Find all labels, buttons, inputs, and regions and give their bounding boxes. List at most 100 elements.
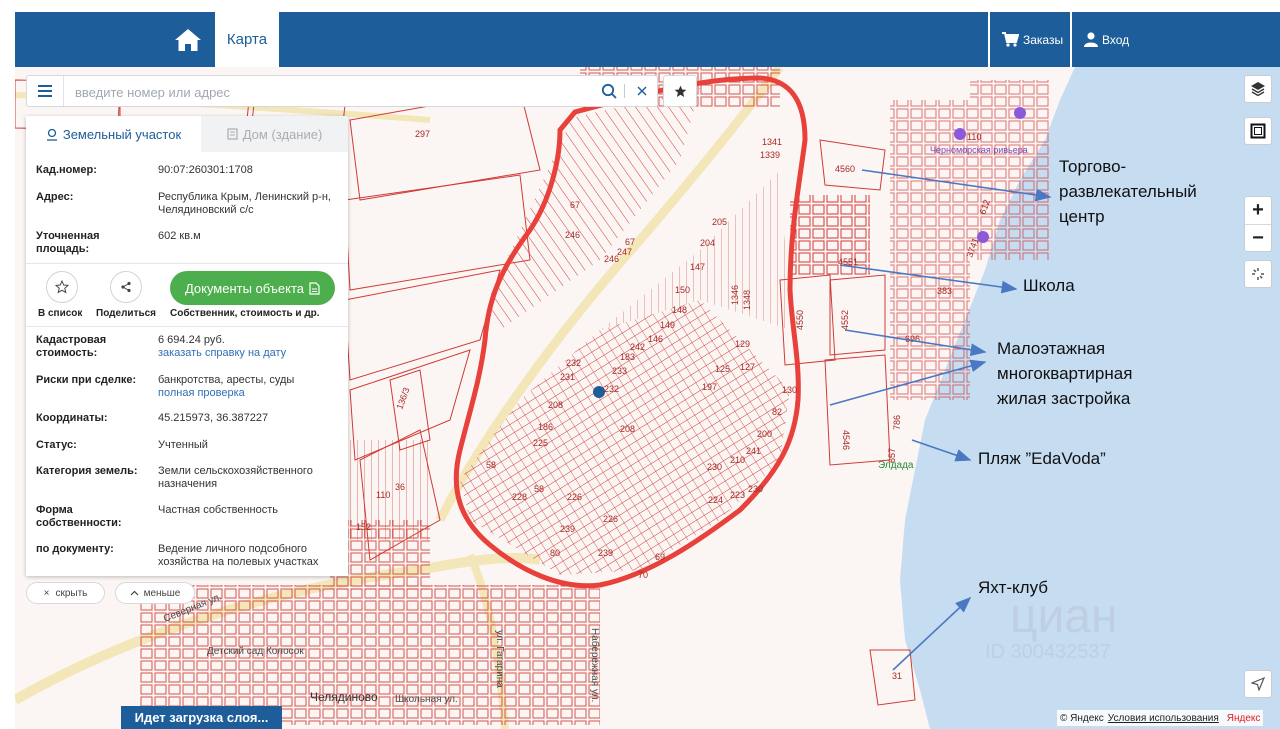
user-icon <box>1084 32 1098 47</box>
share-label: Поделиться <box>96 308 157 319</box>
panel-tabs: Земельный участок Дом (здание) <box>26 116 348 152</box>
copyright-text: © Яндекс <box>1060 712 1104 724</box>
search-icon[interactable] <box>601 83 617 99</box>
cad-cost-row: Кадастровая стоимость: 6 694.24 руб. зак… <box>36 334 342 362</box>
svg-text:1346: 1346 <box>730 285 740 305</box>
tab-building-label: Дом (здание) <box>242 126 323 142</box>
add-to-list-button[interactable] <box>46 271 78 303</box>
svg-text:208: 208 <box>620 424 635 434</box>
risks-value: банкротства, аресты, суды <box>158 374 295 386</box>
coords-row: Координаты: 45.215973, 36.387227 <box>36 412 342 426</box>
orders-button[interactable]: Заказы <box>988 12 1071 67</box>
coords-value: 45.215973, 36.387227 <box>158 412 269 424</box>
svg-text:58: 58 <box>534 484 544 494</box>
svg-text:4560: 4560 <box>835 164 855 174</box>
risks-label: Риски при сделке: <box>36 374 137 386</box>
svg-text:146: 146 <box>648 334 663 344</box>
address-value: Республика Крым, Ленинский р-н, Челядино… <box>158 191 331 216</box>
close-icon[interactable] <box>634 83 650 99</box>
menu-button[interactable] <box>27 76 64 106</box>
svg-text:129: 129 <box>735 339 750 349</box>
svg-text:226: 226 <box>603 514 618 524</box>
documents-label: Документы объекта <box>184 280 305 296</box>
coords-label: Координаты: <box>36 412 108 424</box>
zoom-out-button[interactable]: − <box>1245 225 1271 252</box>
yandex-logo[interactable]: Яндекс <box>1227 713 1261 724</box>
by-document-row: по документу: Ведение личного подсобного… <box>36 543 342 571</box>
search-input[interactable] <box>73 82 597 102</box>
area-value: 602 кв.м <box>158 230 201 242</box>
svg-text:246: 246 <box>565 230 580 240</box>
svg-text:4552: 4552 <box>840 310 850 330</box>
svg-text:246: 246 <box>604 254 619 264</box>
ownership-row: Форма собственности: Частная собственнос… <box>36 504 342 532</box>
hide-panel-button[interactable]: × скрыть <box>26 582 105 604</box>
layers-button[interactable] <box>1244 75 1272 103</box>
ownership-label: Форма собственности: <box>36 504 122 529</box>
svg-text:1348: 1348 <box>742 290 752 310</box>
svg-text:82: 82 <box>772 407 782 417</box>
layers-icon <box>1251 82 1265 97</box>
svg-text:297: 297 <box>415 129 430 139</box>
chernomorskaya-label: Черноморская ривьера <box>930 145 1028 155</box>
address-row: Адрес: Республика Крым, Ленинский р-н, Ч… <box>36 191 342 219</box>
share-button[interactable] <box>110 271 142 303</box>
less-button[interactable]: меньше <box>115 582 195 604</box>
fullscreen-button[interactable] <box>1244 117 1272 145</box>
svg-text:210: 210 <box>730 455 745 465</box>
annotation-beach: Пляж ”EdaVoda” <box>978 449 1106 468</box>
by-document-label: по документу: <box>36 543 114 555</box>
svg-text:147: 147 <box>690 262 705 272</box>
svg-text:1341: 1341 <box>762 137 782 147</box>
svg-text:232: 232 <box>566 358 581 368</box>
tab-building[interactable]: Дом (здание) <box>201 116 348 152</box>
street-naberezhnaya: Набережная ул. <box>589 628 601 702</box>
status-row: Статус: Учтенный <box>36 439 342 453</box>
spinner-icon <box>1252 268 1264 280</box>
svg-text:130: 130 <box>782 385 797 395</box>
home-button[interactable] <box>161 12 215 67</box>
order-certificate-link[interactable]: заказать справку на дату <box>158 347 348 360</box>
svg-text:36: 36 <box>395 482 405 492</box>
poi-icon[interactable] <box>977 231 989 243</box>
ruler-button[interactable] <box>1244 260 1272 288</box>
tab-map[interactable]: Карта <box>215 12 279 67</box>
area-row: Уточненная площадь: 602 кв.м <box>36 230 342 258</box>
full-check-link[interactable]: полная проверка <box>158 387 348 400</box>
login-button[interactable]: Вход <box>1070 12 1160 67</box>
cad-number-value[interactable]: 90:07:260301:1708 <box>158 164 348 177</box>
terms-link[interactable]: Условия использования <box>1108 713 1219 724</box>
svg-text:383: 383 <box>937 286 952 296</box>
category-row: Категория земель: Земли сельскохозяйстве… <box>36 465 342 493</box>
by-document-value: Ведение личного подсобного хозяйства на … <box>158 543 319 568</box>
geolocation-button[interactable] <box>1244 670 1272 698</box>
tab-land-plot[interactable]: Земельный участок <box>26 116 201 152</box>
zoom-in-button[interactable]: + <box>1245 197 1271 225</box>
svg-text:80: 80 <box>550 548 560 558</box>
star-icon <box>674 85 686 97</box>
documents-button[interactable]: Документы объекта <box>170 271 335 305</box>
svg-text:230: 230 <box>707 462 722 472</box>
favorites-button[interactable] <box>663 75 697 107</box>
parcel-info-panel: Земельный участок Дом (здание) Кад.номер… <box>26 116 348 576</box>
category-value: Земли сельскохозяйственного назначения <box>158 465 313 490</box>
svg-text:232: 232 <box>604 384 619 394</box>
poi-icon[interactable] <box>1014 107 1026 119</box>
svg-text:226: 226 <box>567 492 582 502</box>
documents-subtitle: Собственник, стоимость и др. <box>170 308 320 319</box>
street-gagarina: ул. Гагарина <box>494 630 505 688</box>
svg-text:110: 110 <box>376 490 390 500</box>
loading-layer-status: Идет загрузка слоя... <box>121 706 282 729</box>
svg-text:4550: 4550 <box>795 310 805 330</box>
annotation-school: Школа <box>1023 276 1075 295</box>
address-label: Адрес: <box>36 191 74 203</box>
svg-text:31: 31 <box>892 671 902 681</box>
annotation-yacht: Яхт-клуб <box>978 578 1049 597</box>
svg-text:150: 150 <box>675 285 690 295</box>
annotation-mall: Торгово- развлекательный центр <box>1059 157 1197 226</box>
pin-icon <box>46 128 57 141</box>
svg-text:110: 110 <box>967 132 981 142</box>
poi-icon[interactable] <box>954 128 966 140</box>
navigation-arrow-icon <box>1251 677 1265 691</box>
svg-text:70: 70 <box>638 570 648 580</box>
